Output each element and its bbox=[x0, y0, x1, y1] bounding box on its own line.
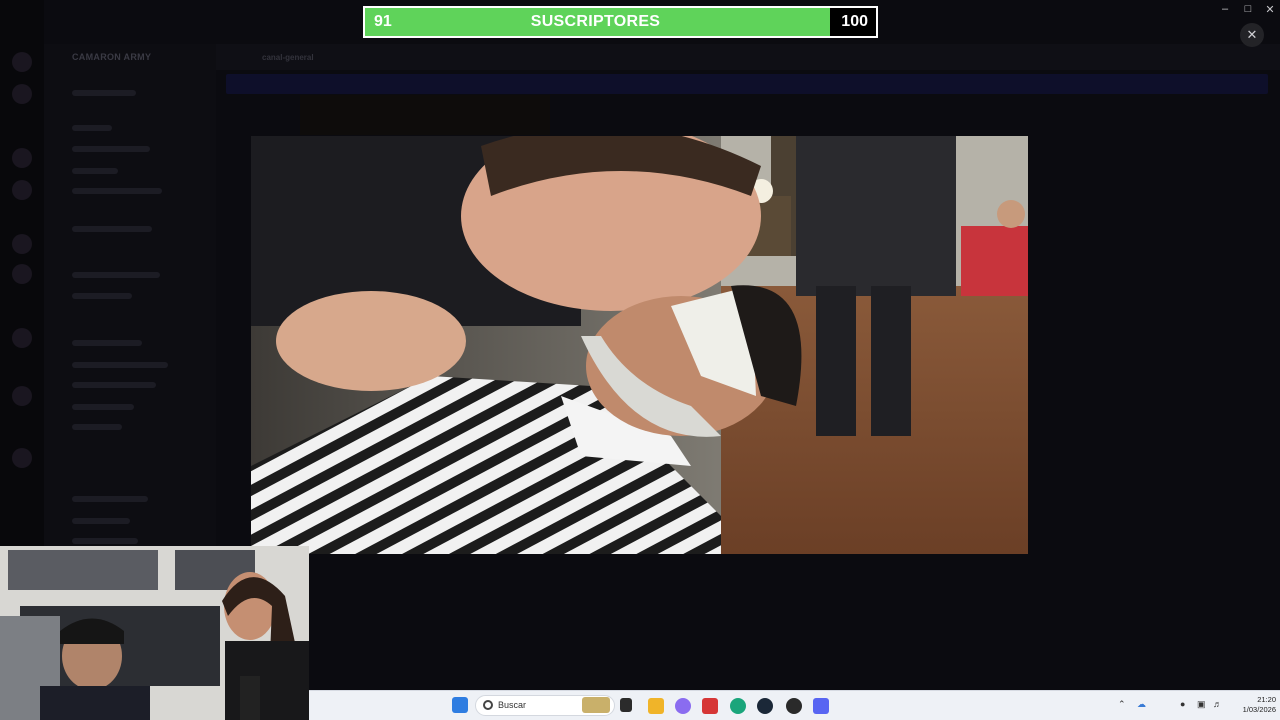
clock-date: 1/03/2026 bbox=[1242, 705, 1276, 714]
video-frame bbox=[251, 136, 1028, 554]
volume-icon[interactable]: ♬ bbox=[1213, 699, 1222, 709]
video-player[interactable] bbox=[251, 136, 1028, 554]
channel-item bbox=[72, 272, 160, 278]
channel-title: canal-general bbox=[262, 53, 314, 62]
channel-item bbox=[72, 90, 136, 96]
server-icon bbox=[12, 84, 32, 104]
server-icon bbox=[12, 264, 32, 284]
channel-item bbox=[72, 404, 134, 410]
server-icon bbox=[12, 328, 32, 348]
close-viewer-button[interactable]: ✕ bbox=[1240, 23, 1264, 47]
clock-time: 21:20 bbox=[1257, 695, 1276, 704]
system-clock[interactable]: 21:20 1/03/2026 bbox=[1226, 695, 1276, 715]
folder-icon[interactable] bbox=[648, 698, 664, 714]
edge-icon[interactable] bbox=[730, 698, 746, 714]
microphone-icon[interactable]: ● bbox=[1180, 699, 1185, 709]
server-name: CAMARON ARMY bbox=[72, 52, 152, 62]
channel-item bbox=[72, 382, 156, 388]
onedrive-icon[interactable]: ☁ bbox=[1137, 699, 1146, 710]
screen: CAMARON ARMY canal-general – □ ✕ 91 SUSC… bbox=[0, 0, 1280, 720]
message-embed bbox=[300, 95, 550, 135]
server-icon bbox=[12, 234, 32, 254]
channel-item bbox=[72, 188, 162, 194]
notice-banner bbox=[226, 74, 1268, 94]
server-icon bbox=[12, 180, 32, 200]
channel-item bbox=[72, 362, 168, 368]
subscriber-goal: 100 bbox=[841, 13, 868, 30]
webcam-feed bbox=[0, 546, 309, 720]
minimize-icon[interactable]: – bbox=[1215, 3, 1235, 15]
task-view-icon[interactable] bbox=[620, 698, 632, 712]
channel-header bbox=[216, 44, 1280, 70]
window-close-icon[interactable]: ✕ bbox=[1260, 3, 1280, 16]
chevron-up-icon[interactable]: ⌃ bbox=[1118, 699, 1126, 710]
channel-item bbox=[72, 340, 142, 346]
channel-item bbox=[72, 146, 150, 152]
server-icon bbox=[12, 386, 32, 406]
webcam-overlay bbox=[0, 546, 309, 720]
channel-item bbox=[72, 125, 112, 131]
search-icon bbox=[483, 700, 493, 710]
display-icon[interactable]: ▣ bbox=[1197, 699, 1206, 710]
maximize-icon[interactable]: □ bbox=[1238, 3, 1258, 15]
subscriber-goal-bar: 91 SUSCRIPTORES 100 bbox=[363, 6, 878, 38]
search-highlight-icon[interactable] bbox=[582, 697, 610, 713]
start-icon[interactable] bbox=[452, 697, 468, 713]
copilot-icon[interactable] bbox=[675, 698, 691, 714]
obs-icon[interactable] bbox=[786, 698, 802, 714]
server-icon bbox=[12, 148, 32, 168]
channel-item bbox=[72, 168, 118, 174]
server-icon bbox=[12, 448, 32, 468]
channel-item bbox=[72, 518, 130, 524]
channel-item bbox=[72, 226, 152, 232]
steam-icon[interactable] bbox=[757, 698, 773, 714]
channel-item bbox=[72, 538, 138, 544]
discord-icon[interactable] bbox=[813, 698, 829, 714]
channel-item bbox=[72, 424, 122, 430]
channel-item bbox=[72, 496, 148, 502]
close-icon: ✕ bbox=[1246, 27, 1258, 42]
subscriber-label: SUSCRIPTORES bbox=[530, 13, 661, 30]
channel-item bbox=[72, 293, 132, 299]
server-icon bbox=[12, 52, 32, 72]
search-placeholder: Buscar bbox=[498, 700, 527, 710]
wps-icon[interactable] bbox=[702, 698, 718, 714]
